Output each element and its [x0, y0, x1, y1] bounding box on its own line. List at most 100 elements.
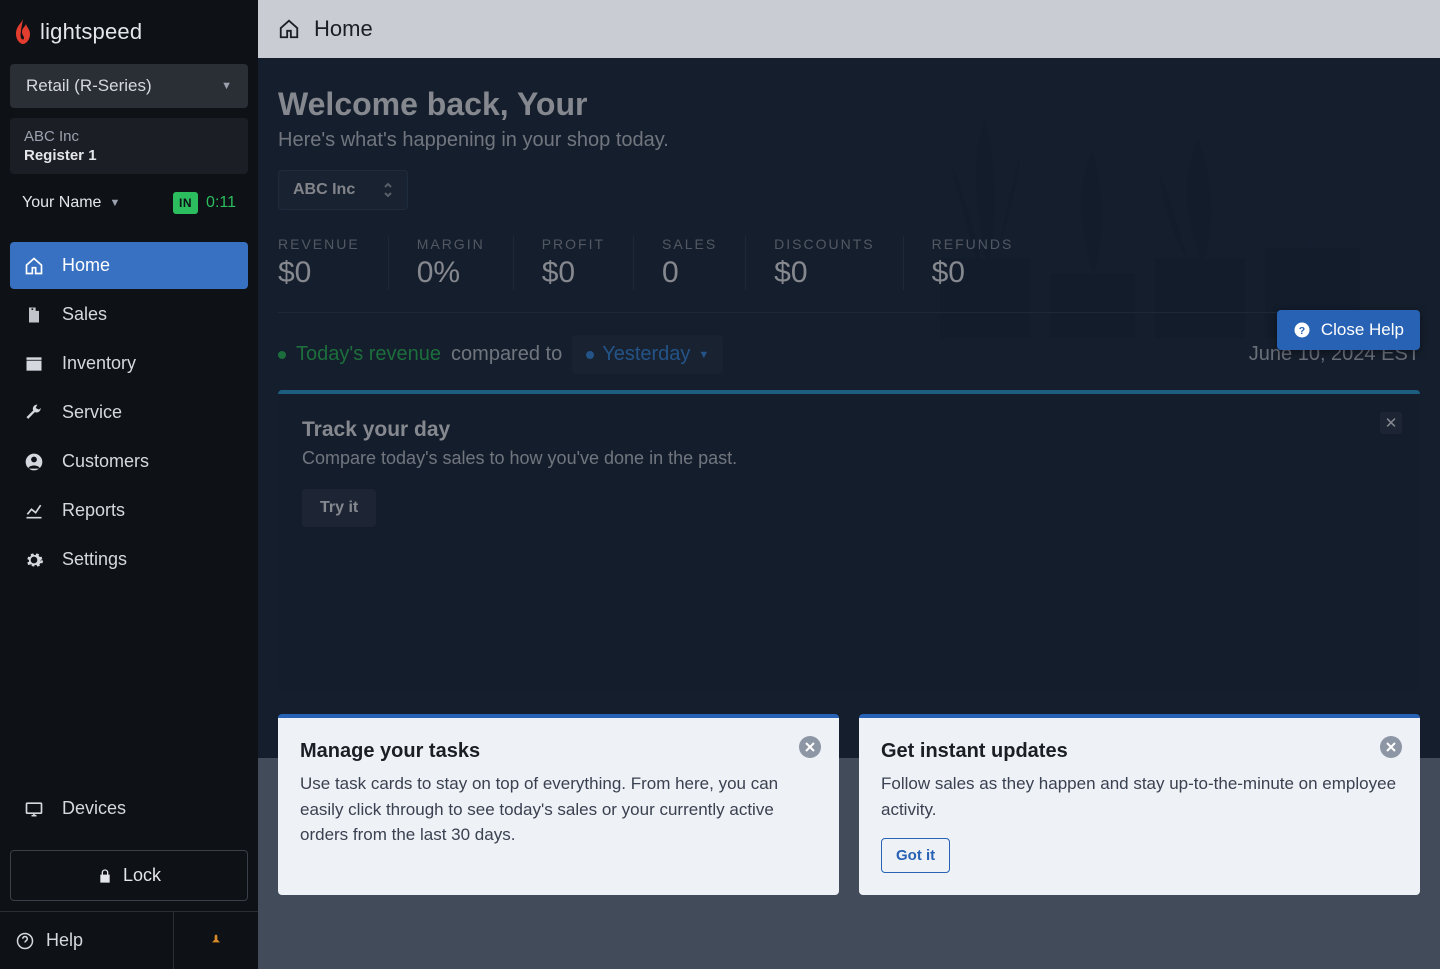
kpi-sales: SALES 0: [662, 236, 746, 290]
tasks-card: Manage your tasks Use task cards to stay…: [278, 714, 839, 895]
chevron-updown-icon: [383, 182, 393, 198]
kpi-value: 0: [662, 256, 717, 290]
dot-icon: [278, 351, 286, 359]
kpi-value: 0%: [417, 256, 485, 290]
kpi-value: $0: [932, 256, 1014, 290]
try-it-button[interactable]: Try it: [302, 489, 376, 527]
help-icon: [16, 932, 34, 950]
nav-service[interactable]: Service: [10, 389, 248, 436]
nav-label: Customers: [62, 451, 149, 472]
nav-inventory[interactable]: Inventory: [10, 340, 248, 387]
kpi-value: $0: [278, 256, 360, 290]
nav-devices[interactable]: Devices: [10, 785, 248, 832]
shop-selector-label: ABC Inc: [293, 181, 355, 199]
lock-label: Lock: [123, 865, 161, 886]
bottom-cards: Manage your tasks Use task cards to stay…: [278, 714, 1420, 895]
chart-icon: [24, 501, 44, 521]
dot-icon: [586, 351, 594, 359]
content: Welcome back, Your Here's what's happeni…: [258, 58, 1440, 969]
home-icon: [24, 256, 44, 276]
nav-label: Sales: [62, 304, 107, 325]
nav: Home Sales Inventory Service Customers R…: [0, 242, 258, 585]
close-icon: [805, 742, 815, 752]
shop-selector[interactable]: ABC Inc: [278, 170, 408, 210]
got-it-label: Got it: [896, 847, 935, 864]
nav-home[interactable]: Home: [10, 242, 248, 289]
svg-text:?: ?: [1299, 325, 1305, 337]
tag-icon: [24, 305, 44, 325]
user-icon: [24, 452, 44, 472]
kpi-label: DISCOUNTS: [774, 236, 874, 252]
kpi-revenue: REVENUE $0: [278, 236, 389, 290]
help-footer: Help: [0, 911, 258, 969]
updates-title: Get instant updates: [881, 740, 1398, 763]
user-menu[interactable]: Your Name ▼: [22, 194, 120, 212]
gear-icon: [24, 550, 44, 570]
help-button[interactable]: Help: [0, 912, 174, 969]
compared-to-text: compared to: [451, 343, 562, 366]
kpi-margin: MARGIN 0%: [417, 236, 514, 290]
nav-label: Home: [62, 255, 110, 276]
kpi-refunds: REFUNDS $0: [932, 236, 1042, 290]
nav-label: Devices: [62, 798, 126, 819]
help-icon: ?: [1293, 321, 1311, 339]
welcome-title: Welcome back, Your: [278, 86, 1420, 123]
nav-reports[interactable]: Reports: [10, 487, 248, 534]
kpi-label: REFUNDS: [932, 236, 1014, 252]
clock-timer: 0:11: [206, 194, 236, 212]
nav-label: Reports: [62, 500, 125, 521]
kpi-row: REVENUE $0 MARGIN 0% PROFIT $0 SALES 0 D…: [278, 236, 1420, 313]
product-selector[interactable]: Retail (R-Series) ▼: [10, 64, 248, 108]
nav-settings[interactable]: Settings: [10, 536, 248, 583]
track-title: Track your day: [302, 418, 1396, 442]
user-row: Your Name ▼ IN 0:11: [10, 178, 248, 228]
kpi-value: $0: [774, 256, 874, 290]
kpi-label: MARGIN: [417, 236, 485, 252]
close-icon: [1386, 742, 1396, 752]
lock-icon: [97, 868, 113, 884]
comparison-selector[interactable]: Yesterday ▼: [572, 335, 723, 374]
got-it-button[interactable]: Got it: [881, 838, 950, 873]
caret-down-icon: ▼: [698, 349, 709, 361]
main: Home: [258, 0, 1440, 969]
brand-logo[interactable]: lightspeed: [0, 0, 258, 64]
caret-down-icon: ▼: [221, 80, 232, 92]
track-body: Compare today's sales to how you've done…: [302, 448, 1396, 469]
clock-in-badge[interactable]: IN: [173, 192, 198, 214]
close-help-button[interactable]: ? Close Help: [1277, 310, 1420, 350]
devices-icon: [24, 799, 44, 819]
nav-customers[interactable]: Customers: [10, 438, 248, 485]
close-icon: ✕: [1385, 414, 1398, 432]
kpi-value: $0: [542, 256, 605, 290]
updates-body: Follow sales as they happen and stay up-…: [881, 771, 1398, 822]
hero: Welcome back, Your Here's what's happeni…: [258, 58, 1440, 210]
box-icon: [24, 354, 44, 374]
compare-row: Today's revenue compared to Yesterday ▼ …: [278, 335, 1420, 374]
kpi-label: PROFIT: [542, 236, 605, 252]
register-name: Register 1: [24, 147, 234, 164]
kpi-discounts: DISCOUNTS $0: [774, 236, 903, 290]
close-card-button[interactable]: [1380, 736, 1402, 758]
track-day-card: ✕ Track your day Compare today's sales t…: [278, 390, 1420, 690]
help-label: Help: [46, 930, 83, 951]
kpi-label: REVENUE: [278, 236, 360, 252]
lock-button[interactable]: Lock: [10, 850, 248, 901]
close-card-button[interactable]: ✕: [1380, 412, 1402, 434]
kpi-profit: PROFIT $0: [542, 236, 634, 290]
kpi-label: SALES: [662, 236, 717, 252]
user-name: Your Name: [22, 194, 101, 212]
topbar: Home: [258, 0, 1440, 58]
nav-sales[interactable]: Sales: [10, 291, 248, 338]
pin-button[interactable]: [174, 912, 258, 969]
comparison-label: Yesterday: [602, 343, 690, 366]
close-help-label: Close Help: [1321, 320, 1404, 340]
close-card-button[interactable]: [799, 736, 821, 758]
flame-icon: [12, 18, 34, 46]
nav-label: Service: [62, 402, 122, 423]
tasks-title: Manage your tasks: [300, 740, 817, 763]
breadcrumb: Home: [314, 16, 373, 42]
updates-card: Get instant updates Follow sales as they…: [859, 714, 1420, 895]
caret-down-icon: ▼: [109, 197, 120, 209]
pin-icon: [208, 932, 224, 950]
tasks-body: Use task cards to stay on top of everyth…: [300, 771, 817, 848]
